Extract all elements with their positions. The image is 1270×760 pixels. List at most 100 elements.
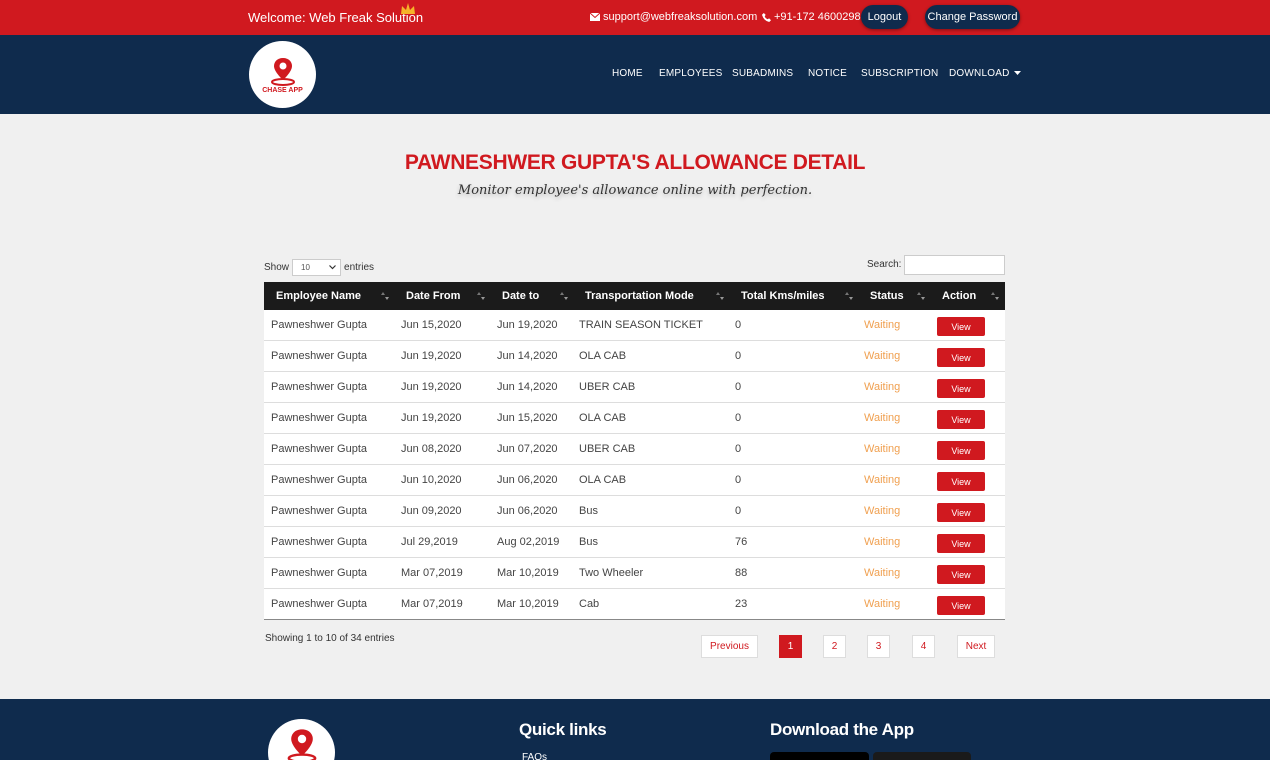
cell-date-from: Jun 08,2020 bbox=[401, 443, 462, 455]
support-email[interactable]: support@webfreaksolution.com bbox=[590, 11, 757, 23]
view-button[interactable]: View bbox=[937, 534, 985, 553]
cell-status: Waiting bbox=[864, 567, 901, 579]
sort-icon bbox=[845, 292, 853, 300]
cell-status: Waiting bbox=[864, 350, 901, 362]
pagination-page-1[interactable]: 1 bbox=[779, 635, 802, 658]
logout-button[interactable]: Logout bbox=[861, 5, 908, 29]
footer-link-faqs[interactable]: FAQs bbox=[522, 752, 547, 760]
view-button[interactable]: View bbox=[937, 348, 985, 367]
cell-transportation-mode: TRAIN SEASON TICKET bbox=[579, 319, 703, 331]
cell-employee-name: Pawneshwer Gupta bbox=[271, 474, 367, 486]
view-button[interactable]: View bbox=[937, 596, 985, 615]
table-row: Pawneshwer Gupta Jun 10,2020 Jun 06,2020… bbox=[264, 465, 1005, 496]
cell-total-kms: 0 bbox=[735, 443, 742, 455]
cell-total-kms: 0 bbox=[735, 381, 742, 393]
allowance-table: Employee Name Date From Date to Transpor… bbox=[264, 282, 1005, 620]
view-button[interactable]: View bbox=[937, 441, 985, 460]
cell-date-to: Mar 10,2019 bbox=[497, 598, 559, 610]
change-password-button[interactable]: Change Password bbox=[925, 5, 1020, 29]
logo-text: CHASE APP bbox=[262, 86, 303, 94]
cell-transportation-mode: OLA CAB bbox=[579, 474, 627, 486]
col-action[interactable]: Action bbox=[942, 282, 976, 310]
cell-date-to: Jun 14,2020 bbox=[497, 350, 558, 362]
cell-transportation-mode: OLA CAB bbox=[579, 412, 627, 424]
sort-icon bbox=[716, 292, 724, 300]
table-row: Pawneshwer Gupta Jun 15,2020 Jun 19,2020… bbox=[264, 310, 1005, 341]
col-date-from[interactable]: Date From bbox=[406, 282, 460, 310]
page-title: PAWNESHWER GUPTA'S ALLOWANCE DETAIL bbox=[404, 151, 866, 174]
sort-icon bbox=[477, 292, 485, 300]
cell-transportation-mode: OLA CAB bbox=[579, 350, 627, 362]
footer-logo[interactable] bbox=[268, 719, 335, 760]
cell-total-kms: 0 bbox=[735, 319, 742, 331]
col-transportation-mode[interactable]: Transportation Mode bbox=[585, 282, 694, 310]
cell-employee-name: Pawneshwer Gupta bbox=[271, 350, 367, 362]
entries-length-control: Show 10 entries bbox=[264, 259, 374, 276]
table-row: Pawneshwer Gupta Jul 29,2019 Aug 02,2019… bbox=[264, 527, 1005, 558]
show-label: Show bbox=[264, 262, 290, 273]
view-button[interactable]: View bbox=[937, 317, 985, 336]
page-subtitle: Monitor employee's allowance online with… bbox=[457, 183, 813, 198]
cell-status: Waiting bbox=[864, 412, 901, 424]
pagination-next[interactable]: Next bbox=[957, 635, 995, 658]
view-button[interactable]: View bbox=[937, 472, 985, 491]
pagination-page-3[interactable]: 3 bbox=[867, 635, 890, 658]
sort-icon bbox=[560, 292, 568, 300]
search-input[interactable] bbox=[904, 255, 1005, 275]
quick-links-title: Quick links bbox=[519, 720, 607, 739]
entries-label: entries bbox=[344, 262, 375, 273]
nav-download[interactable]: DOWNLOAD bbox=[949, 68, 1022, 79]
view-button[interactable]: View bbox=[937, 410, 985, 429]
chase-app-logo[interactable]: CHASE APP bbox=[249, 41, 316, 108]
cell-date-to: Jun 15,2020 bbox=[497, 412, 558, 424]
map-pin-icon bbox=[270, 57, 295, 86]
view-button[interactable]: View bbox=[937, 565, 985, 584]
nav-subadmins[interactable]: SUBADMINS bbox=[732, 68, 793, 79]
cell-employee-name: Pawneshwer Gupta bbox=[271, 598, 367, 610]
caret-down-icon bbox=[1014, 70, 1022, 75]
cell-status: Waiting bbox=[864, 505, 901, 517]
app-store-badge[interactable] bbox=[873, 752, 971, 760]
cell-date-from: Jun 19,2020 bbox=[401, 350, 462, 362]
cell-transportation-mode: UBER CAB bbox=[579, 443, 636, 455]
view-button[interactable]: View bbox=[937, 503, 985, 522]
pagination-previous[interactable]: Previous bbox=[701, 635, 758, 658]
view-button[interactable]: View bbox=[937, 379, 985, 398]
main-navbar: CHASE APP HOME EMPLOYEES SUBADMINS NOTIC… bbox=[0, 35, 1270, 114]
pagination-page-4[interactable]: 4 bbox=[912, 635, 935, 658]
nav-subscription[interactable]: SUBSCRIPTION bbox=[861, 68, 938, 79]
nav-employees[interactable]: EMPLOYEES bbox=[659, 68, 723, 79]
table-row: Pawneshwer Gupta Jun 19,2020 Jun 15,2020… bbox=[264, 403, 1005, 434]
table-row: Pawneshwer Gupta Mar 07,2019 Mar 10,2019… bbox=[264, 558, 1005, 589]
envelope-icon bbox=[590, 13, 600, 21]
col-date-to[interactable]: Date to bbox=[502, 282, 539, 310]
table-row: Pawneshwer Gupta Jun 19,2020 Jun 14,2020… bbox=[264, 372, 1005, 403]
col-employee-name[interactable]: Employee Name bbox=[276, 282, 361, 310]
phone-icon bbox=[762, 12, 771, 22]
cell-total-kms: 88 bbox=[735, 567, 748, 579]
cell-employee-name: Pawneshwer Gupta bbox=[271, 319, 367, 331]
cell-date-from: Jul 29,2019 bbox=[401, 536, 458, 548]
cell-status: Waiting bbox=[864, 598, 901, 610]
cell-date-to: Mar 10,2019 bbox=[497, 567, 559, 579]
cell-employee-name: Pawneshwer Gupta bbox=[271, 412, 367, 424]
entries-select-value: 10 bbox=[301, 263, 310, 272]
entries-select[interactable]: 10 bbox=[292, 259, 342, 276]
pagination-page-2[interactable]: 2 bbox=[823, 635, 846, 658]
table-row: Pawneshwer Gupta Jun 08,2020 Jun 07,2020… bbox=[264, 434, 1005, 465]
cell-transportation-mode: UBER CAB bbox=[579, 381, 636, 393]
col-status[interactable]: Status bbox=[870, 282, 904, 310]
cell-total-kms: 23 bbox=[735, 598, 748, 610]
support-phone[interactable]: +91-172 4600298 bbox=[762, 11, 861, 23]
nav-home[interactable]: HOME bbox=[612, 68, 643, 79]
col-total-kms[interactable]: Total Kms/miles bbox=[741, 282, 825, 310]
nav-notice[interactable]: NOTICE bbox=[808, 68, 847, 79]
search-label: Search: bbox=[867, 259, 902, 270]
cell-employee-name: Pawneshwer Gupta bbox=[271, 567, 367, 579]
top-bar: Welcome: Web Freak Solution support@webf… bbox=[0, 0, 1270, 35]
cell-transportation-mode: Bus bbox=[579, 536, 598, 548]
google-play-badge[interactable] bbox=[770, 752, 869, 760]
cell-status: Waiting bbox=[864, 443, 901, 455]
cell-employee-name: Pawneshwer Gupta bbox=[271, 381, 367, 393]
cell-transportation-mode: Two Wheeler bbox=[579, 567, 644, 579]
